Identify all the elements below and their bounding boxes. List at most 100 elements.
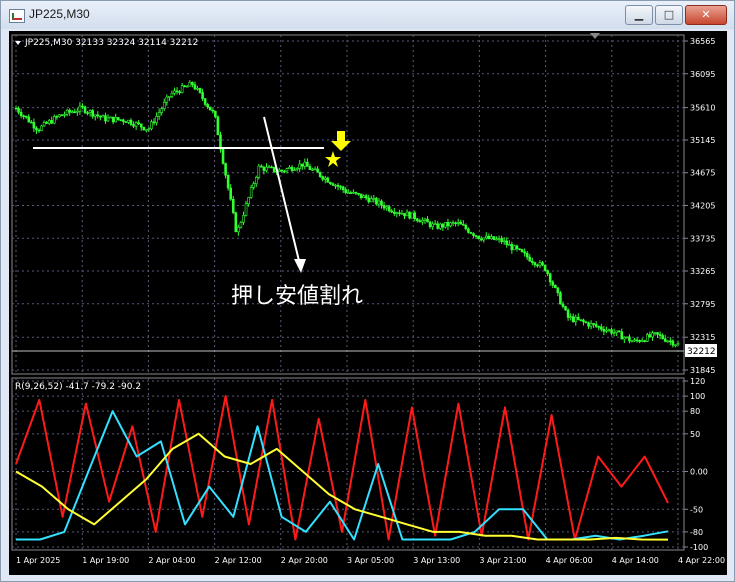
candle-body: [571, 316, 575, 322]
candle-body: [656, 332, 659, 335]
title-bar[interactable]: JP225,M30 ▁ □ ✕: [1, 1, 734, 29]
candle-body: [214, 110, 217, 118]
candle-body: [385, 206, 388, 209]
candle-body: [500, 238, 503, 243]
candle-body: [548, 273, 552, 283]
candle-body: [357, 193, 360, 195]
candle-body: [145, 129, 148, 131]
candle-body: [612, 332, 616, 334]
candle-body: [45, 122, 48, 124]
chart-svg[interactable]: 36565 36095 35610 35145 34675 34205 33735 33265…: [9, 31, 727, 575]
candle-body: [469, 232, 473, 234]
candle-body: [17, 108, 20, 113]
minimize-button[interactable]: ▁: [625, 5, 653, 25]
candle-body: [106, 117, 110, 122]
candle-body: [109, 116, 112, 119]
candle-body: [239, 222, 243, 228]
candle-body: [254, 176, 258, 184]
candle-body: [410, 212, 414, 219]
candle-body: [24, 115, 28, 118]
candle-body: [229, 187, 233, 200]
candle-body: [339, 186, 342, 188]
candle-body: [37, 129, 41, 132]
candle-body: [208, 106, 212, 111]
time-tick-label: 2 Apr 04:00: [148, 556, 195, 565]
candle-body: [196, 88, 199, 90]
candle-body: [326, 177, 330, 183]
candle-body: [635, 339, 639, 342]
candle-body: [392, 211, 396, 214]
candle-body: [290, 166, 294, 171]
candle-body: [421, 219, 424, 223]
indicator-tick-label: -100: [690, 543, 708, 552]
candle-body: [587, 322, 590, 327]
candle-body: [323, 177, 327, 180]
candle-body: [303, 161, 307, 167]
candle-body: [569, 316, 572, 318]
candle-body: [318, 171, 322, 177]
candle-body: [22, 115, 25, 118]
candle-body: [224, 163, 227, 176]
candle-body: [288, 166, 291, 169]
candle-body: [329, 182, 332, 184]
candle-body: [449, 222, 452, 227]
candle-body: [474, 235, 478, 237]
candle-body: [510, 244, 514, 251]
candle-body: [152, 121, 156, 124]
shift-marker-icon[interactable]: [590, 33, 600, 39]
candle-body: [513, 245, 516, 251]
candle-body: [405, 211, 409, 217]
maximize-button[interactable]: □: [655, 5, 683, 25]
candle-body: [336, 184, 340, 187]
candle-body: [283, 170, 286, 173]
candle-body: [577, 316, 580, 320]
candle-body: [485, 235, 488, 239]
candle-body: [380, 200, 383, 206]
candle-body: [594, 324, 598, 327]
dropdown-triangle-icon[interactable]: [15, 41, 21, 45]
candle-body: [592, 323, 595, 325]
candle-body: [298, 163, 302, 169]
indicator-line-fast: [15, 395, 669, 541]
candle-body: [19, 111, 23, 117]
candle-body: [663, 338, 667, 342]
candle-body: [617, 330, 621, 333]
candle-body: [185, 85, 189, 88]
candle-body: [638, 340, 641, 342]
candle-body: [669, 340, 672, 343]
price-tick-label: 35610: [690, 104, 715, 113]
candle-body: [413, 212, 417, 220]
candle-body: [313, 168, 317, 171]
candle-body: [515, 245, 519, 250]
close-button[interactable]: ✕: [685, 5, 727, 25]
candle-body: [134, 122, 138, 127]
time-tick-label: 4 Apr 14:00: [612, 556, 659, 565]
indicator-tick-label: -50: [690, 505, 703, 514]
candle-body: [566, 309, 570, 318]
candle-body: [252, 183, 256, 188]
candle-body: [272, 166, 276, 172]
candle-body: [129, 119, 133, 125]
candle-body: [132, 124, 135, 127]
candle-body: [344, 189, 348, 193]
candle-body: [311, 168, 314, 171]
candle-body: [436, 223, 440, 229]
candle-body: [367, 197, 371, 203]
chart-area[interactable]: 36565 36095 35610 35145 34675 34205 33735 33265…: [9, 31, 727, 575]
candle-body: [262, 166, 266, 171]
candle-body: [300, 163, 304, 167]
candle-body: [487, 235, 491, 240]
candle-body: [354, 191, 358, 194]
candle-body: [400, 213, 404, 215]
candle-body: [76, 110, 79, 113]
candle-body: [423, 218, 427, 221]
candle-body: [408, 211, 411, 219]
candle-body: [364, 195, 368, 199]
candle-body: [68, 109, 71, 113]
candle-body: [178, 91, 181, 94]
candle-body: [372, 197, 376, 200]
candle-body: [293, 169, 296, 172]
candle-body: [267, 166, 271, 169]
price-tick-label: 32315: [690, 333, 715, 342]
candle-body: [96, 114, 100, 117]
